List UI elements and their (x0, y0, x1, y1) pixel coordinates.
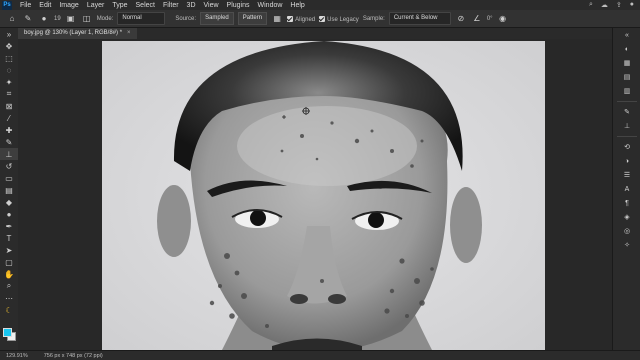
home-icon[interactable]: ⌂ (6, 14, 18, 23)
zoom-tool-icon[interactable]: ⌕ (0, 280, 18, 292)
properties-panel-icon[interactable]: ☰ (613, 168, 640, 182)
frame-tool-icon[interactable]: ⊠ (0, 100, 18, 112)
menu-type[interactable]: Type (108, 2, 131, 9)
photoshop-logo[interactable]: Ps (2, 0, 12, 10)
menu-bar: Ps File Edit Image Layer Type Select Fil… (0, 0, 640, 10)
pressure-icon[interactable]: ◉ (497, 14, 509, 23)
type-tool-icon[interactable]: T (0, 232, 18, 244)
rectangle-tool-icon[interactable]: ▢ (0, 256, 18, 268)
clone-source-icon[interactable]: ◫ (81, 14, 93, 23)
clone-stamp-icon[interactable]: ✎ (22, 14, 34, 23)
brush-size-value: 19 (54, 15, 61, 22)
document-size: 756 px x 748 px (72 ppi) (43, 352, 103, 359)
hand-tool-icon[interactable]: ✋ (0, 268, 18, 280)
menu-view[interactable]: View (200, 2, 223, 9)
menu-file[interactable]: File (16, 2, 35, 9)
history-brush-tool-icon[interactable]: ↺ (0, 160, 18, 172)
menu-window[interactable]: Window (254, 2, 287, 9)
gradient-tool-icon[interactable]: ▤ (0, 184, 18, 196)
use-legacy-label: Use Legacy (327, 16, 359, 23)
healing-brush-tool-icon[interactable]: ✚ (0, 124, 18, 136)
portrait-image (102, 41, 545, 350)
zoom-level[interactable]: 129.91% (6, 353, 28, 359)
channels-panel-icon[interactable]: ◎ (613, 224, 640, 238)
brushes-panel-icon[interactable]: ✎ (613, 105, 640, 119)
use-legacy-checkbox[interactable]: Use Legacy (319, 15, 359, 23)
patterns-panel-icon[interactable]: ▥ (613, 84, 640, 98)
pen-tool-icon[interactable]: ✒ (0, 220, 18, 232)
menu-help[interactable]: Help (286, 2, 308, 9)
photo-canvas[interactable] (102, 41, 545, 350)
collapse-panels-icon[interactable]: « (613, 28, 640, 42)
eyedropper-tool-icon[interactable]: ⁄ (0, 112, 18, 124)
eraser-tool-icon[interactable]: ▭ (0, 172, 18, 184)
history-panel-icon[interactable]: ⟲ (613, 140, 640, 154)
brush-panel-icon[interactable]: ▣ (65, 14, 77, 23)
foreground-color-swatch[interactable] (3, 328, 12, 337)
document-tab-bar: boy.jpg @ 130% (Layer 1, RGB/8#) * × (18, 28, 612, 39)
gradients-panel-icon[interactable]: ▤ (613, 70, 640, 84)
adjustments-panel-icon[interactable]: ◑ (613, 154, 640, 168)
crop-tool-icon[interactable]: ⌗ (0, 88, 18, 100)
aligned-checkbox[interactable]: Aligned (287, 15, 315, 23)
right-panel-strip: « ◐ ▦ ▤ ▥ ✎ ⊥ ⟲ ◑ ☰ A ¶ ◈ ◎ ✧ (612, 28, 640, 350)
path-select-tool-icon[interactable]: ➤ (0, 244, 18, 256)
mode-select[interactable]: Normal (117, 12, 166, 25)
sample-select[interactable]: Current & Below (388, 12, 451, 25)
layers-panel-icon[interactable]: ◈ (613, 210, 640, 224)
menu-filter[interactable]: Filter (159, 2, 183, 9)
expand-tools-icon[interactable]: » (0, 28, 18, 40)
menu-select[interactable]: Select (132, 2, 159, 9)
paths-panel-icon[interactable]: ✧ (613, 238, 640, 252)
menu-image[interactable]: Image (55, 2, 82, 9)
options-bar: ⌂ ✎ ● 19 ▣ ◫ Mode: Normal Source: Sample… (0, 10, 640, 28)
paragraph-panel-icon[interactable]: ¶ (613, 196, 640, 210)
banana-icon[interactable]: ☾ (0, 304, 18, 316)
close-icon[interactable]: × (127, 28, 131, 39)
sample-label: Sample: (362, 15, 385, 22)
brush-preset-icon[interactable]: ● (38, 14, 50, 23)
menu-3d[interactable]: 3D (183, 2, 200, 9)
panel-divider (617, 136, 637, 137)
pattern-picker-icon[interactable]: ▦ (271, 14, 283, 23)
source-label: Source: (175, 15, 197, 22)
menu-plugins[interactable]: Plugins (223, 2, 254, 9)
share-icon[interactable]: ⇪ (616, 1, 622, 9)
source-pattern-button[interactable]: Pattern (237, 12, 268, 25)
menu-layer[interactable]: Layer (83, 2, 109, 9)
tool-panel: » ✥ ⬚ ◌ ✦ ⌗ ⊠ ⁄ ✚ ✎ ⊥ ↺ ▭ ▤ ◆ ● ✒ T ➤ ▢ … (0, 28, 19, 350)
angle-icon[interactable]: ∠ (471, 14, 483, 23)
mode-label: Mode: (96, 15, 114, 22)
document-tab-title: boy.jpg @ 130% (Layer 1, RGB/8#) * (24, 30, 123, 36)
document-tab[interactable]: boy.jpg @ 130% (Layer 1, RGB/8#) * × (18, 28, 137, 39)
cloud-icon[interactable]: ☁ (601, 1, 608, 9)
canvas-area[interactable] (18, 39, 612, 350)
blur-tool-icon[interactable]: ◆ (0, 196, 18, 208)
brush-tool-icon[interactable]: ✎ (0, 136, 18, 148)
marquee-tool-icon[interactable]: ⬚ (0, 52, 18, 64)
edit-toolbar-icon[interactable]: ⋯ (0, 292, 18, 304)
lasso-tool-icon[interactable]: ◌ (0, 64, 18, 76)
source-sampled-button[interactable]: Sampled (200, 12, 234, 25)
panel-divider (617, 101, 637, 102)
clone-source-panel-icon[interactable]: ⊥ (613, 119, 640, 133)
color-panel-icon[interactable]: ◐ (613, 42, 640, 56)
character-panel-icon[interactable]: A (613, 182, 640, 196)
quick-select-tool-icon[interactable]: ✦ (0, 76, 18, 88)
dodge-tool-icon[interactable]: ● (0, 208, 18, 220)
ignore-adjustment-icon[interactable]: ⊘ (455, 14, 467, 23)
aligned-label: Aligned (295, 16, 316, 23)
menu-edit[interactable]: Edit (35, 2, 55, 9)
user-icon[interactable]: ● (630, 1, 634, 9)
clone-stamp-tool-icon[interactable]: ⊥ (0, 148, 18, 160)
search-icon[interactable]: ⌕ (589, 1, 593, 9)
status-bar: 129.91% 756 px x 748 px (72 ppi) (0, 350, 640, 360)
angle-value[interactable]: 0° (487, 16, 493, 22)
move-tool-icon[interactable]: ✥ (0, 40, 18, 52)
swatches-panel-icon[interactable]: ▦ (613, 56, 640, 70)
